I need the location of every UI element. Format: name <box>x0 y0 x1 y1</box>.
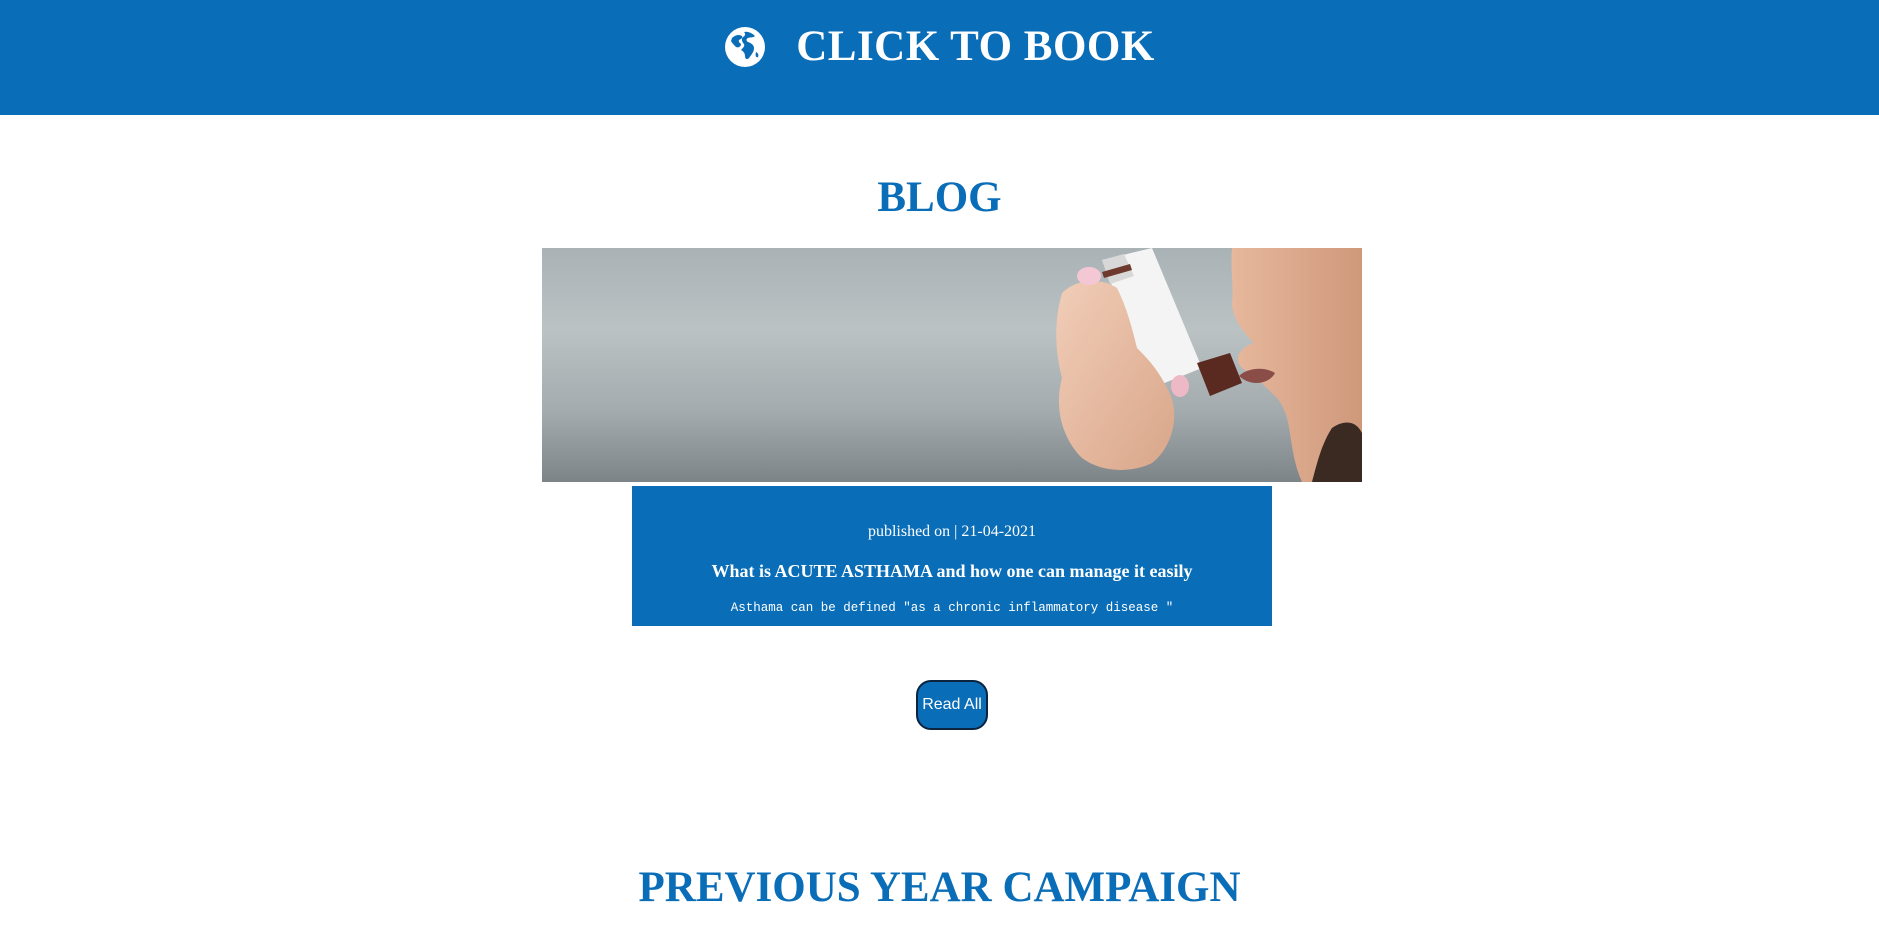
click-to-book-label: CLICK TO BOOK <box>796 23 1155 70</box>
blog-post-image[interactable] <box>542 248 1362 482</box>
blog-post-card: published on | 21-04-2021 What is ACUTE … <box>632 486 1272 626</box>
top-bar: CLICK TO BOOK <box>0 0 1879 115</box>
click-to-book-link[interactable]: CLICK TO BOOK <box>724 22 1155 72</box>
read-all-button[interactable]: Read All <box>916 680 988 730</box>
published-date: published on | 21-04-2021 <box>867 523 1037 540</box>
globe-icon <box>725 27 766 67</box>
blog-post-title[interactable]: What is ACUTE ASTHAMA and how one can ma… <box>632 559 1272 583</box>
blog-section-title: BLOG <box>877 174 1002 221</box>
blog-post-excerpt: Asthama can be defined "as a chronic inf… <box>730 601 1174 615</box>
campaign-section-title: PREVIOUS YEAR CAMPAIGN <box>638 864 1241 911</box>
